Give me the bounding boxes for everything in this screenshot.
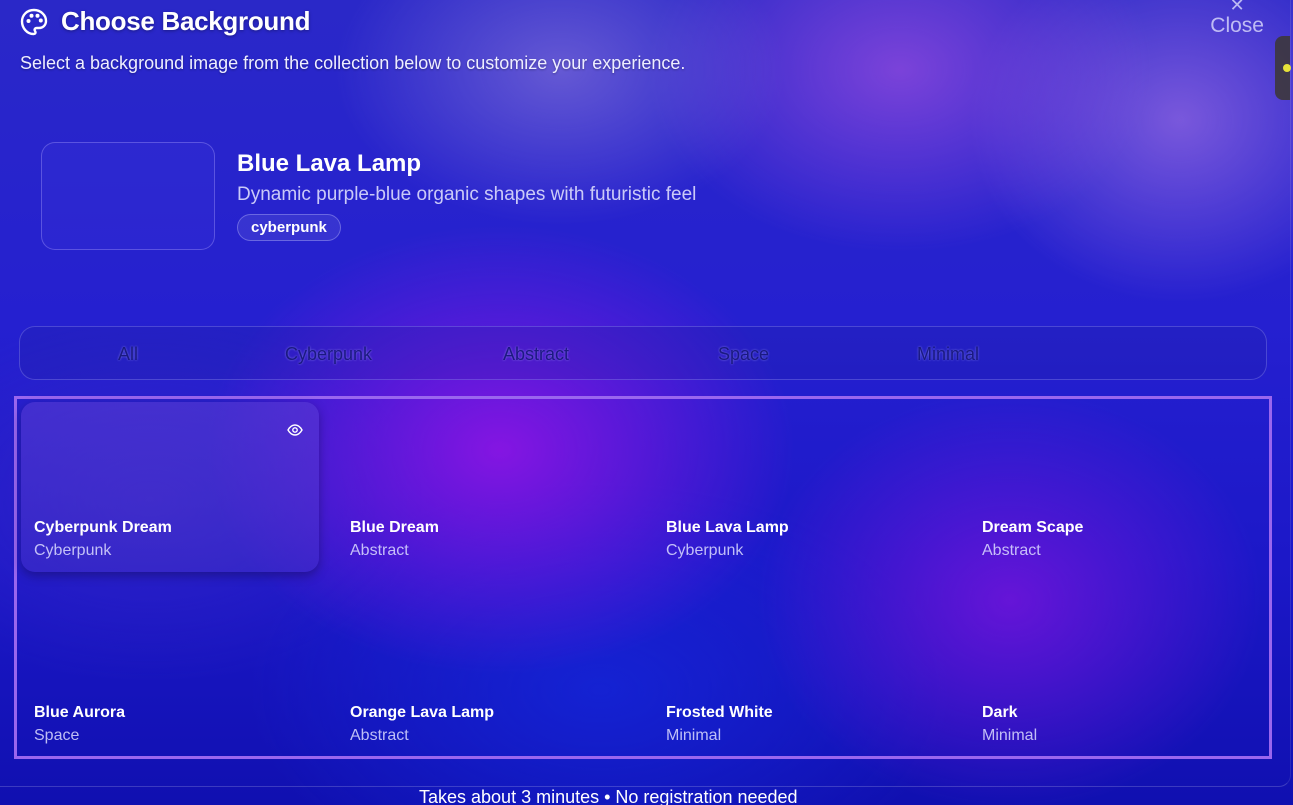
card-category: Abstract (350, 542, 409, 559)
modal-header: Choose Background (19, 6, 310, 37)
current-selection-preview: Blue Lava Lamp Dynamic purple-blue organ… (41, 142, 696, 250)
card-name: Dark (982, 704, 1018, 721)
preview-thumbnail (41, 142, 215, 250)
side-widget-tab[interactable] (1275, 36, 1291, 100)
background-card[interactable]: Frosted White Minimal (653, 587, 951, 757)
eye-icon[interactable] (287, 422, 303, 443)
preview-description: Dynamic purple-blue organic shapes with … (237, 184, 697, 205)
card-category: Space (34, 727, 80, 744)
close-button[interactable]: ✕ Close (1210, 0, 1264, 38)
preview-tag-badge: cyberpunk (237, 214, 341, 241)
background-card[interactable]: Dream Scape Abstract (969, 402, 1267, 572)
background-card[interactable]: Blue Aurora Space (21, 587, 319, 757)
card-category: Abstract (350, 727, 409, 744)
close-label: Close (1210, 14, 1264, 37)
card-category: Minimal (666, 727, 722, 744)
tab-minimal[interactable]: Minimal (917, 344, 979, 365)
tab-abstract[interactable]: Abstract (503, 344, 569, 365)
tab-cyberpunk[interactable]: Cyberpunk (285, 344, 372, 365)
background-picker-modal: Choose Background Select a background im… (0, 0, 1291, 787)
background-card[interactable]: Cyberpunk Dream Cyberpunk (21, 402, 319, 572)
card-category: Minimal (982, 727, 1038, 744)
tab-space[interactable]: Space (718, 344, 769, 365)
preview-info: Blue Lava Lamp Dynamic purple-blue organ… (237, 142, 696, 250)
preview-title: Blue Lava Lamp (237, 150, 422, 177)
card-name: Blue Aurora (34, 704, 125, 721)
background-card[interactable]: Blue Lava Lamp Cyberpunk (653, 402, 951, 572)
background-grid: Cyberpunk Dream Cyberpunk Blue Dream Abs… (14, 396, 1272, 759)
palette-icon (19, 7, 49, 37)
card-name: Blue Lava Lamp (666, 519, 789, 536)
background-card[interactable]: Dark Minimal (969, 587, 1267, 757)
modal-title: Choose Background (61, 6, 311, 36)
background-card[interactable]: Blue Dream Abstract (337, 402, 635, 572)
card-category: Cyberpunk (666, 542, 744, 559)
card-name: Frosted White (666, 704, 773, 721)
modal-subtitle: Select a background image from the colle… (20, 53, 686, 73)
card-name: Blue Dream (350, 519, 439, 536)
card-name: Dream Scape (982, 519, 1084, 536)
background-card[interactable]: Orange Lava Lamp Abstract (337, 587, 635, 757)
card-category: Abstract (982, 542, 1041, 559)
category-filter-tabs: All Cyberpunk Abstract Space Minimal (19, 326, 1267, 380)
footer-note: Takes about 3 minutes • No registration … (419, 787, 798, 805)
close-icon: ✕ (1229, 0, 1245, 15)
card-category: Cyberpunk (34, 542, 112, 559)
card-name: Orange Lava Lamp (350, 704, 495, 721)
tab-all[interactable]: All (118, 344, 138, 365)
card-name: Cyberpunk Dream (34, 519, 172, 536)
